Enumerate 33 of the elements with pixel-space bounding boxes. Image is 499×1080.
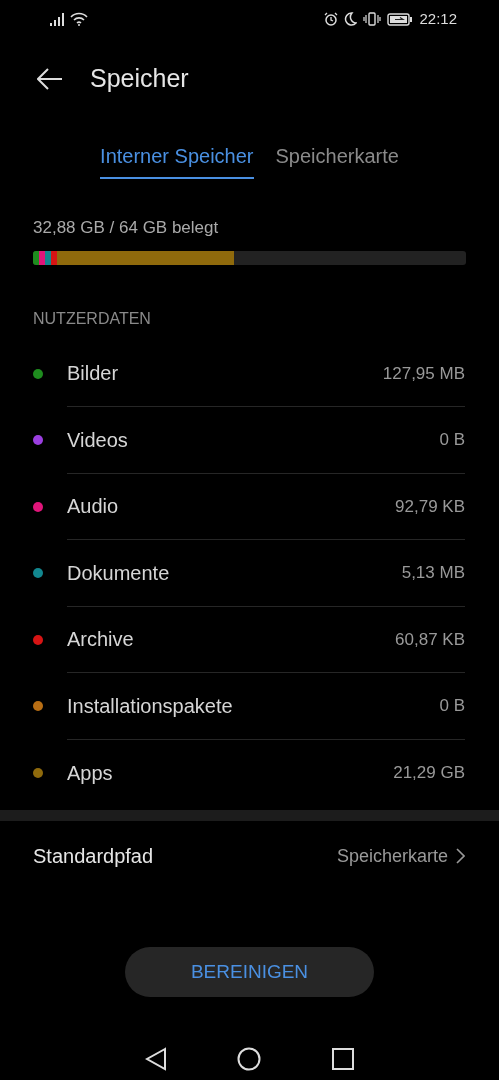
category-size: 5,13 MB — [401, 562, 465, 584]
category-name: Bilder — [67, 361, 119, 387]
vibrate-icon — [363, 12, 382, 26]
nav-home-icon[interactable] — [237, 1047, 262, 1071]
clean-button[interactable]: BEREINIGEN — [125, 947, 374, 997]
category-size: 0 B — [439, 429, 465, 451]
alarm-icon — [324, 12, 339, 26]
chevron-right-icon — [456, 848, 465, 864]
section-title: NUTZERDATEN — [33, 308, 152, 329]
setting-label: Standardpfad — [33, 844, 154, 869]
usage-text: 32,88 GB / 64 GB belegt — [33, 217, 220, 239]
tab[interactable]: Interner Speicher — [100, 141, 254, 179]
category-size: 60,87 KB — [395, 628, 465, 651]
wifi-icon — [70, 12, 88, 26]
category-size: 0 B — [439, 695, 465, 717]
category-name: Videos — [67, 427, 128, 453]
category-name: Archive — [67, 627, 134, 653]
nav-recents-icon[interactable] — [331, 1048, 354, 1070]
signal-icon — [50, 12, 66, 26]
category-name: Installationspakete — [67, 693, 233, 719]
category-size: 92,79 KB — [395, 495, 465, 518]
category-name: Dokumente — [67, 560, 170, 586]
moon-icon — [344, 12, 358, 26]
tab[interactable]: Speicherkarte — [275, 141, 399, 179]
clock-time: 22:12 — [419, 8, 457, 29]
category-name: Audio — [67, 494, 119, 520]
category-size: 21,29 GB — [393, 762, 465, 784]
category-size: 127,95 MB — [382, 362, 465, 385]
default-path-link[interactable]: Speicherkarte — [336, 842, 465, 870]
page-title: Speicher — [90, 63, 189, 95]
battery-icon — [387, 12, 414, 26]
category-name: Apps — [67, 760, 113, 786]
nav-back-icon[interactable] — [145, 1047, 168, 1071]
